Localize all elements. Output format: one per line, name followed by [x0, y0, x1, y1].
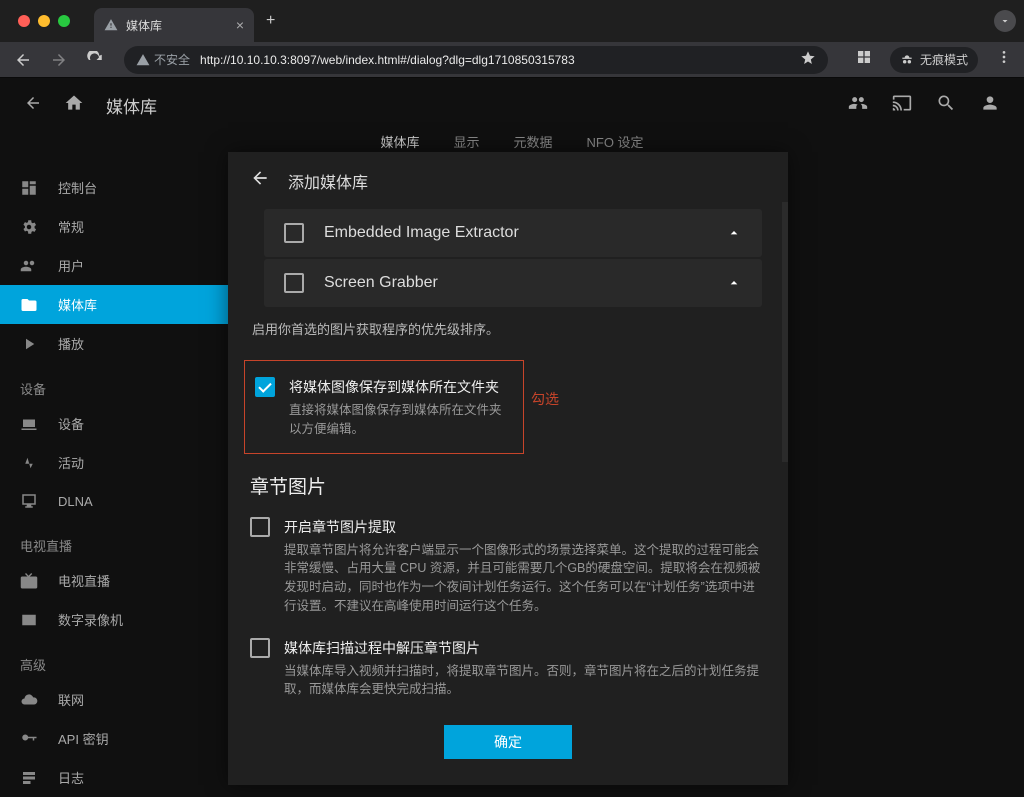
browser-tab[interactable]: 媒体库 ×: [94, 8, 254, 42]
sidebar-item-devices[interactable]: 设备: [0, 404, 228, 443]
bookmark-button[interactable]: [800, 50, 816, 69]
scrollbar[interactable]: [782, 202, 788, 462]
window-menu-button[interactable]: [994, 10, 1016, 32]
account-button[interactable]: [980, 93, 1000, 118]
url-bar[interactable]: 不安全 http://10.10.10.3:8097/web/index.htm…: [124, 46, 828, 74]
grid-icon: [856, 49, 872, 65]
dialog-header: 添加媒体库: [228, 152, 788, 209]
fetcher-embedded-image[interactable]: Embedded Image Extractor: [264, 209, 762, 257]
sidebar-group-advanced: 高级: [0, 639, 228, 680]
warning-icon: [136, 53, 150, 67]
url-text: http://10.10.10.3:8097/web/index.html#/d…: [200, 53, 575, 67]
checkbox-chapter-scan[interactable]: [250, 638, 270, 658]
arrow-left-icon: [24, 94, 42, 112]
dialog-back-button[interactable]: [250, 168, 270, 193]
incognito-icon: [900, 53, 914, 67]
tab-nfo[interactable]: NFO 设定: [586, 132, 643, 152]
sidebar-item-dlna[interactable]: DLNA: [0, 482, 228, 520]
window-controls: [8, 15, 76, 27]
home-button[interactable]: [64, 93, 84, 118]
top-tabs: 媒体库 显示 元数据 NFO 设定: [0, 132, 1024, 152]
cast-button[interactable]: [892, 93, 912, 118]
checkbox[interactable]: [284, 273, 304, 293]
sidebar-item-network[interactable]: 联网: [0, 680, 228, 719]
address-bar: 不安全 http://10.10.10.3:8097/web/index.htm…: [0, 42, 1024, 78]
sidebar-item-activity[interactable]: 活动: [0, 443, 228, 482]
checkbox-save-images[interactable]: [255, 377, 275, 397]
back-button[interactable]: [12, 51, 34, 69]
dialog-title: 添加媒体库: [288, 169, 368, 193]
sidebar-item-library[interactable]: 媒体库: [0, 285, 228, 324]
manage-users-button[interactable]: [848, 93, 868, 118]
sidebar-item-users[interactable]: 用户: [0, 246, 228, 285]
highlighted-option: 将媒体图像保存到媒体所在文件夹 直接将媒体图像保存到媒体所在文件夹以方便编辑。 …: [244, 360, 524, 454]
option-title: 开启章节图片提取: [284, 517, 764, 537]
tab-metadata[interactable]: 元数据: [513, 132, 552, 152]
chevron-up-icon[interactable]: [726, 225, 742, 241]
option-desc: 当媒体库导入视频并扫描时，将提取章节图片。否则，章节图片将在之后的计划任务提取，…: [284, 662, 764, 700]
close-tab-button[interactable]: ×: [236, 17, 244, 33]
fetcher-screen-grabber[interactable]: Screen Grabber: [264, 259, 762, 307]
tab-bar: 媒体库 × +: [0, 0, 1024, 42]
option-desc: 提取章节图片将允许客户端显示一个图像形式的场景选择菜单。这个提取的过程可能会非常…: [284, 541, 764, 616]
ok-button[interactable]: 确定: [444, 725, 572, 759]
maximize-window-button[interactable]: [58, 15, 70, 27]
option-title: 将媒体图像保存到媒体所在文件夹: [289, 377, 513, 397]
security-status: 不安全: [136, 51, 190, 68]
fetchers-hint: 启用你首选的图片获取程序的优先级排序。: [252, 319, 766, 338]
search-icon: [936, 93, 956, 113]
sidebar-item-dashboard[interactable]: 控制台: [0, 168, 228, 207]
content-area: 添加媒体库 Embedded Image Extractor Screen Gr…: [228, 152, 1024, 797]
checkbox[interactable]: [284, 223, 304, 243]
sidebar: 控制台 常规 用户 媒体库 播放 设备 设备 活动 DLNA 电视直播 电视直播…: [0, 152, 228, 797]
reload-button[interactable]: [84, 51, 106, 69]
sidebar-item-logs[interactable]: 日志: [0, 758, 228, 797]
chevron-down-icon: [999, 15, 1011, 27]
search-button[interactable]: [936, 93, 956, 118]
close-window-button[interactable]: [18, 15, 30, 27]
forward-button[interactable]: [48, 51, 70, 69]
annotation-label: 勾选: [531, 389, 559, 409]
warning-icon: [104, 18, 118, 32]
sidebar-group-devices: 设备: [0, 363, 228, 404]
sidebar-item-livetv[interactable]: 电视直播: [0, 561, 228, 600]
home-icon: [64, 93, 84, 113]
option-desc: 直接将媒体图像保存到媒体所在文件夹以方便编辑。: [289, 401, 513, 439]
person-icon: [980, 93, 1000, 113]
checkbox-chapter-extract[interactable]: [250, 517, 270, 537]
sidebar-item-dvr[interactable]: 数字录像机: [0, 600, 228, 639]
people-icon: [848, 93, 868, 113]
sidebar-item-general[interactable]: 常规: [0, 207, 228, 246]
tab-title: 媒体库: [126, 17, 162, 34]
extensions-button[interactable]: [856, 49, 872, 70]
page-title: 媒体库: [106, 93, 157, 118]
option-title: 媒体库扫描过程中解压章节图片: [284, 638, 764, 658]
star-icon: [800, 50, 816, 66]
sidebar-item-playback[interactable]: 播放: [0, 324, 228, 363]
tab-display[interactable]: 显示: [453, 132, 479, 152]
chevron-up-icon[interactable]: [726, 275, 742, 291]
more-icon: [996, 49, 1012, 65]
incognito-badge[interactable]: 无痕模式: [890, 47, 978, 73]
new-tab-button[interactable]: +: [266, 12, 275, 30]
minimize-window-button[interactable]: [38, 15, 50, 27]
app-back-button[interactable]: [24, 94, 42, 117]
chapter-section-title: 章节图片: [250, 472, 766, 499]
tab-media-library[interactable]: 媒体库: [380, 132, 419, 152]
app-header: 媒体库: [0, 78, 1024, 132]
add-library-dialog: 添加媒体库 Embedded Image Extractor Screen Gr…: [228, 152, 788, 785]
arrow-left-icon: [250, 168, 270, 188]
browser-menu-button[interactable]: [996, 49, 1012, 70]
sidebar-group-livetv: 电视直播: [0, 520, 228, 561]
sidebar-item-apikeys[interactable]: API 密钥: [0, 719, 228, 758]
cast-icon: [892, 93, 912, 113]
